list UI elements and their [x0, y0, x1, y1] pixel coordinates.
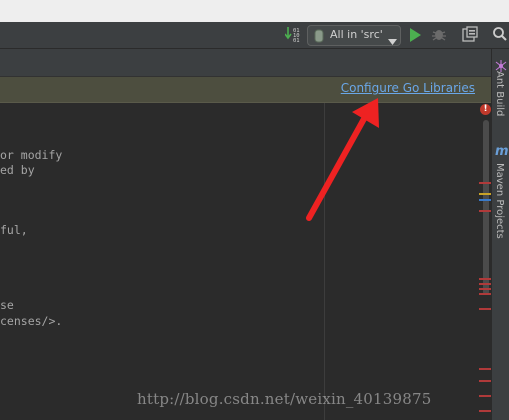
sort-icon[interactable]: 01 10 01 — [284, 25, 301, 47]
code-line: ful, — [0, 223, 28, 237]
search-icon[interactable] — [492, 26, 508, 46]
build-icon[interactable] — [462, 26, 478, 46]
error-marker[interactable] — [479, 210, 491, 212]
ant-build-tab[interactable]: Ant Build — [494, 71, 505, 116]
error-marker[interactable] — [479, 410, 491, 412]
error-marker[interactable] — [479, 308, 491, 310]
run-icon[interactable] — [409, 27, 421, 46]
error-indicator-icon[interactable]: ! — [480, 104, 491, 115]
error-marker[interactable] — [479, 283, 491, 285]
configure-go-libraries-link[interactable]: Configure Go Libraries — [341, 81, 475, 95]
dropdown-caret-icon — [388, 31, 397, 50]
error-marker[interactable] — [479, 293, 491, 295]
error-marker[interactable] — [479, 278, 491, 280]
editor-scrollbar-thumb[interactable] — [483, 120, 489, 295]
code-line: ed by — [0, 163, 35, 177]
error-marker[interactable] — [479, 182, 491, 184]
watermark: http://blog.csdn.net/weixin_40139875 — [137, 390, 432, 408]
svg-text:01: 01 — [293, 38, 300, 43]
editor-tab-strip — [0, 49, 491, 77]
error-marker[interactable] — [479, 395, 491, 397]
error-marker[interactable] — [479, 288, 491, 290]
error-marker[interactable] — [479, 380, 491, 382]
run-config-icon — [314, 28, 324, 47]
code-line: or modify — [0, 148, 63, 162]
debug-icon[interactable] — [431, 26, 447, 46]
window-titlebar — [0, 0, 509, 22]
code-line: se — [0, 298, 14, 312]
main-toolbar: 01 10 01 All in 'src' — [0, 22, 509, 49]
code-line: censes/>. — [0, 314, 63, 328]
run-configuration-select[interactable]: All in 'src' — [307, 25, 401, 46]
run-configuration-label: All in 'src' — [330, 28, 383, 41]
notification-banner: Configure Go Libraries — [0, 77, 491, 103]
code-editor[interactable]: or modify ed by ful, se censes/>. — [0, 103, 477, 420]
maven-projects-tab[interactable]: Maven Projects — [494, 163, 505, 239]
info-marker[interactable] — [479, 199, 491, 201]
right-margin-guide — [324, 103, 325, 420]
error-marker[interactable] — [479, 368, 491, 370]
warning-marker[interactable] — [479, 193, 491, 195]
right-tool-window-bar: Ant Build m Maven Projects — [491, 49, 509, 420]
maven-icon: m — [495, 144, 509, 159]
